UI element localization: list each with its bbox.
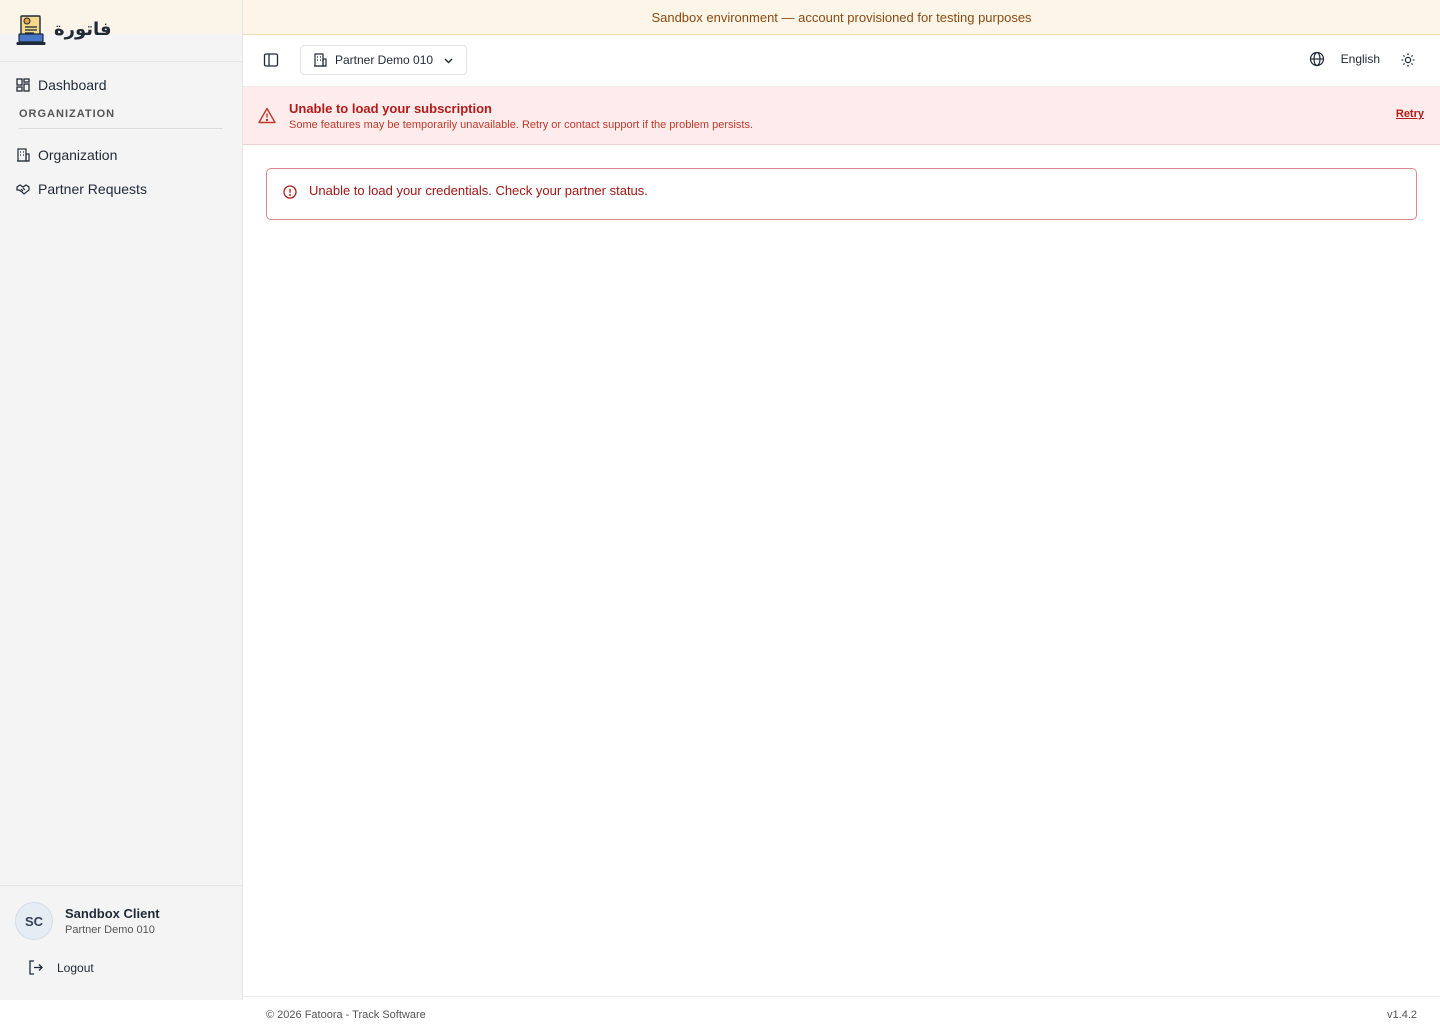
warning-triangle-icon — [258, 107, 276, 124]
organization-selector[interactable]: Partner Demo 010 — [300, 45, 467, 75]
sidebar-item-label: Dashboard — [38, 77, 107, 93]
language-switcher[interactable]: English — [1309, 51, 1380, 67]
building-icon — [16, 148, 30, 162]
organization-selector-label: Partner Demo 010 — [335, 53, 434, 67]
chevron-down-icon — [443, 55, 454, 66]
avatar: SC — [15, 902, 53, 940]
alert-circle-icon — [283, 185, 297, 199]
sidebar-item-dashboard[interactable]: Dashboard — [0, 68, 242, 102]
top-header: Partner Demo 010 English — [243, 35, 1440, 87]
building-icon — [313, 53, 327, 67]
sidebar-item-label: Organization — [38, 147, 118, 163]
subscription-error-title: Unable to load your subscription — [289, 101, 492, 116]
version-text: v1.4.2 — [1387, 1009, 1417, 1021]
sandbox-banner: Sandbox environment — account provisione… — [243, 0, 1440, 35]
sun-icon[interactable] — [1401, 53, 1415, 67]
brand[interactable]: فاتورة — [0, 0, 242, 62]
language-label: English — [1340, 52, 1380, 66]
logout-icon — [28, 960, 43, 975]
user-org: Partner Demo 010 — [65, 924, 155, 936]
subscription-error-message: Some features may be temporarily unavail… — [289, 119, 754, 131]
user-name: Sandbox Client — [65, 906, 160, 921]
copyright-text: © 2026 Fatoora - Track Software — [266, 1009, 426, 1021]
footer: © 2026 Fatoora - Track Software v1.4.2 — [243, 996, 1440, 1034]
logout-button[interactable]: Logout — [0, 940, 242, 975]
dashboard-grid-icon — [16, 78, 30, 92]
sidebar-item-organization[interactable]: Organization — [0, 138, 242, 172]
globe-icon — [1309, 51, 1325, 67]
brand-name: فاتورة — [54, 19, 112, 40]
logout-label: Logout — [57, 960, 94, 975]
invoice-laptop-icon — [16, 14, 46, 47]
sidebar: فاتورة Dashboard ORGANIZATION Organizati… — [0, 0, 243, 1000]
user-profile[interactable]: SC Sandbox Client Partner Demo 010 — [0, 886, 242, 940]
sidebar-item-label: Partner Requests — [38, 181, 147, 197]
user-panel: SC Sandbox Client Partner Demo 010 Logou… — [0, 885, 242, 1000]
credentials-alert: Unable to load your credentials. Check y… — [266, 168, 1417, 220]
nav-section-label: ORGANIZATION — [19, 108, 223, 129]
retry-link[interactable]: Retry — [1396, 108, 1424, 120]
credentials-alert-text: Unable to load your credentials. Check y… — [309, 183, 648, 198]
handshake-icon — [16, 182, 30, 196]
sidebar-toggle-icon[interactable] — [263, 52, 279, 68]
sandbox-banner-text: Sandbox environment — account provisione… — [651, 9, 1032, 25]
subscription-error-banner: Unable to load your subscription Some fe… — [243, 87, 1440, 145]
sidebar-item-partner-requests[interactable]: Partner Requests — [0, 172, 242, 206]
